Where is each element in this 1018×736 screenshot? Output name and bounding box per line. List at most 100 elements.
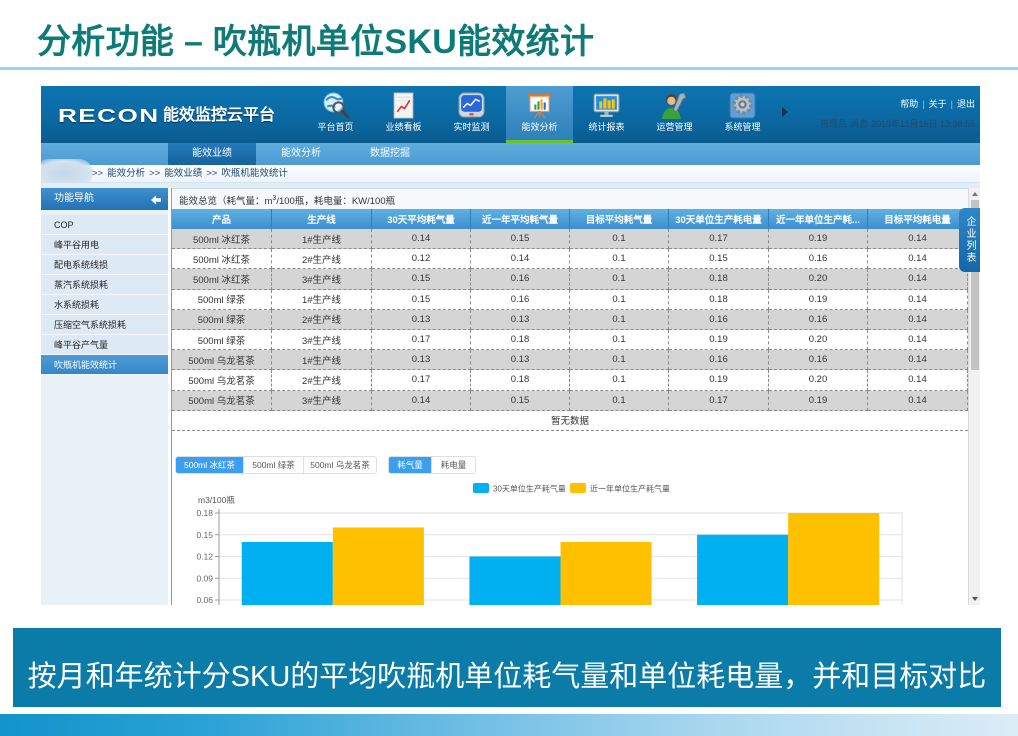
table-cell: 3#生产线	[272, 390, 372, 411]
table-cell: 0.16	[471, 269, 570, 290]
sidebar-item-blow-molding-stats[interactable]: 吹瓶机能效统计	[41, 355, 168, 375]
nav-item-home[interactable]: 平台首页	[302, 86, 369, 143]
table-cell: 3#生产线	[272, 329, 372, 351]
overview-title-suffix: /100瓶，耗电量：KW/100瓶	[276, 196, 396, 208]
y-axis-label: m3/100瓶	[198, 495, 235, 505]
subnav-tab-data-mining[interactable]: 数据挖掘	[346, 143, 434, 165]
table-cell: 0.14	[372, 229, 471, 250]
column-header[interactable]: 产品	[172, 209, 272, 229]
column-header[interactable]: 30天单位生产耗电量	[669, 209, 769, 229]
table-cell: 0.1	[570, 390, 669, 411]
table-cell: 500ml 冰红茶	[172, 269, 272, 290]
legend-swatch[interactable]	[473, 483, 489, 493]
table-cell: 0.18	[669, 269, 769, 290]
column-header[interactable]: 目标平均耗电量	[868, 209, 968, 229]
table-row[interactable]: 500ml 乌龙茗茶 1#生产线 0.13 0.13 0.1 0.16 0.16 0.14	[172, 350, 968, 371]
nav-item-efficiency-analysis[interactable]: 能效分析	[506, 86, 573, 143]
table-row[interactable]: 500ml 冰红茶 2#生产线 0.12 0.14 0.1 0.15 0.16 0.14	[172, 249, 968, 270]
nav-item-dashboard[interactable]: 业绩看板	[370, 86, 437, 143]
bar-series-2[interactable]	[788, 513, 880, 605]
nav-more-arrow-icon[interactable]	[782, 107, 788, 117]
table-cell: 0.15	[372, 289, 471, 310]
caption-text: 按月和年统计分SKU的平均吹瓶机单位耗气量和单位耗电量，并和目标对比	[27, 661, 987, 693]
table-cell: 0.15	[471, 390, 570, 411]
table-row[interactable]: 500ml 冰红茶 1#生产线 0.14 0.15 0.1 0.17 0.19 0.14	[172, 229, 968, 250]
column-header[interactable]: 近一年单位生产耗...	[769, 209, 868, 229]
sidebar-title: 功能导航	[54, 193, 94, 204]
scroll-down-icon[interactable]	[972, 597, 978, 601]
nav-item-system[interactable]: 系统管理	[709, 86, 776, 143]
column-header[interactable]: 近一年平均耗气量	[471, 209, 570, 229]
table-row[interactable]: 500ml 冰红茶 3#生产线 0.15 0.16 0.1 0.18 0.20 0.14	[172, 269, 968, 290]
legend-label[interactable]: 30天单位生产耗气量	[493, 484, 566, 494]
sidebar-item-cop[interactable]: COP	[41, 215, 168, 235]
sidebar: 功能导航 COP 峰平谷用电 配电系统线损 蒸汽系统损耗 水系统损耗 压缩空气系…	[41, 188, 168, 605]
bar-series-2[interactable]	[332, 527, 424, 606]
scroll-up-icon[interactable]	[972, 192, 978, 196]
bar-series-2[interactable]	[560, 542, 652, 605]
table-row[interactable]: 500ml 绿茶 1#生产线 0.15 0.16 0.1 0.18 0.19 0.14	[172, 289, 968, 310]
bar-series-1[interactable]	[241, 542, 333, 605]
table-cell: 0.14	[868, 249, 968, 270]
column-header[interactable]: 30天平均耗气量	[372, 209, 471, 229]
table-row[interactable]: 500ml 乌龙茗茶 3#生产线 0.14 0.15 0.1 0.17 0.19 0.14	[172, 390, 968, 411]
subnav-tab-analysis[interactable]: 能效分析	[257, 143, 345, 165]
messages-link[interactable]: 消息	[850, 119, 868, 129]
sub-navigation: 能效业绩 能效分析 数据挖掘	[41, 143, 980, 165]
table-cell: 0.14	[868, 370, 968, 391]
table-cell: 0.18	[471, 329, 570, 351]
table-cell: 0.14	[868, 289, 968, 310]
app-window: RECON 能效监控云平台 平台首页 业绩看板 实时监测 能效分析 统计报表 运…	[41, 86, 980, 605]
legend-label[interactable]: 近一年单位生产耗气量	[590, 484, 670, 494]
table-row[interactable]: 500ml 乌龙茗茶 2#生产线 0.17 0.18 0.1 0.19 0.20 0.14	[172, 370, 968, 391]
arrow-left-icon[interactable]	[150, 193, 162, 205]
slide-title: 分析功能 – 吹瓶机单位SKU能效统计	[37, 23, 595, 61]
sidebar-item-peak-valley-power[interactable]: 峰平谷用电	[41, 235, 168, 255]
bar-series-1[interactable]	[469, 556, 561, 606]
product-button[interactable]: 500ml 乌龙茗茶	[304, 457, 376, 473]
table-row[interactable]: 500ml 绿茶 3#生产线 0.17 0.18 0.1 0.19 0.20 0.14	[172, 329, 968, 351]
table-cell: 0.14	[868, 329, 968, 351]
about-link[interactable]: 关于	[929, 99, 947, 109]
table-body: 500ml 冰红茶 1#生产线 0.14 0.15 0.1 0.17 0.19 0.14 500…	[172, 229, 968, 431]
overview-title-prefix: 能效总览（耗气量：m	[179, 196, 273, 208]
table-cell: 0.1	[570, 269, 669, 290]
y-tick-label: 0.09	[196, 573, 213, 583]
sidebar-item-peak-valley-air[interactable]: 峰平谷产气量	[41, 335, 168, 355]
table-cell: 0.16	[471, 289, 570, 310]
app-logo[interactable]: RECON 能效监控云平台	[58, 105, 298, 127]
breadcrumb-separator: >>	[149, 168, 161, 179]
metric-button-air[interactable]: 耗气量	[389, 457, 432, 473]
table-row[interactable]: 500ml 绿茶 2#生产线 0.13 0.13 0.1 0.16 0.16 0.14	[172, 309, 968, 330]
product-button[interactable]: 500ml 冰红茶	[176, 457, 244, 473]
metric-button-power[interactable]: 耗电量	[432, 457, 475, 473]
sidebar-item-compressed-air-loss[interactable]: 压缩空气系统损耗	[41, 315, 168, 335]
nav-item-monitoring[interactable]: 实时监测	[438, 86, 505, 143]
enterprise-list-tab[interactable]: 企业列表	[959, 208, 980, 272]
nav-item-reports[interactable]: 统计报表	[573, 86, 640, 143]
product-button[interactable]: 500ml 绿茶	[244, 457, 304, 473]
top-header: RECON 能效监控云平台 平台首页 业绩看板 实时监测 能效分析 统计报表 运…	[41, 86, 980, 143]
help-link[interactable]: 帮助	[900, 99, 918, 109]
column-header[interactable]: 生产线	[272, 209, 372, 229]
breadcrumb-item[interactable]: 能效分析	[107, 168, 145, 179]
sidebar-item-steam-loss[interactable]: 蒸汽系统损耗	[41, 275, 168, 295]
sidebar-item-water-loss[interactable]: 水系统损耗	[41, 295, 168, 315]
table-cell: 0.1	[570, 329, 669, 351]
y-tick-label: 0.18	[196, 508, 213, 518]
bar-series-1[interactable]	[697, 534, 789, 605]
column-header[interactable]: 目标平均耗气量	[570, 209, 669, 229]
logo-name: 能效监控云平台	[163, 107, 276, 124]
sidebar-item-distribution-loss[interactable]: 配电系统线损	[41, 255, 168, 275]
subnav-tab-performance[interactable]: 能效业绩	[168, 143, 256, 165]
current-user[interactable]: 管理员	[820, 119, 847, 129]
legend-swatch[interactable]	[570, 483, 586, 493]
logout-link[interactable]: 退出	[957, 99, 975, 109]
top-links: 帮助 | 关于 | 退出	[900, 98, 975, 110]
nav-item-operations[interactable]: 运营管理	[641, 86, 708, 143]
table-cell: 0.14	[471, 249, 570, 270]
breadcrumb-item[interactable]: 能效业绩	[164, 168, 202, 179]
table-cell: 500ml 冰红茶	[172, 229, 272, 250]
table-cell: 0.1	[570, 229, 669, 250]
table-cell: 1#生产线	[272, 289, 372, 310]
